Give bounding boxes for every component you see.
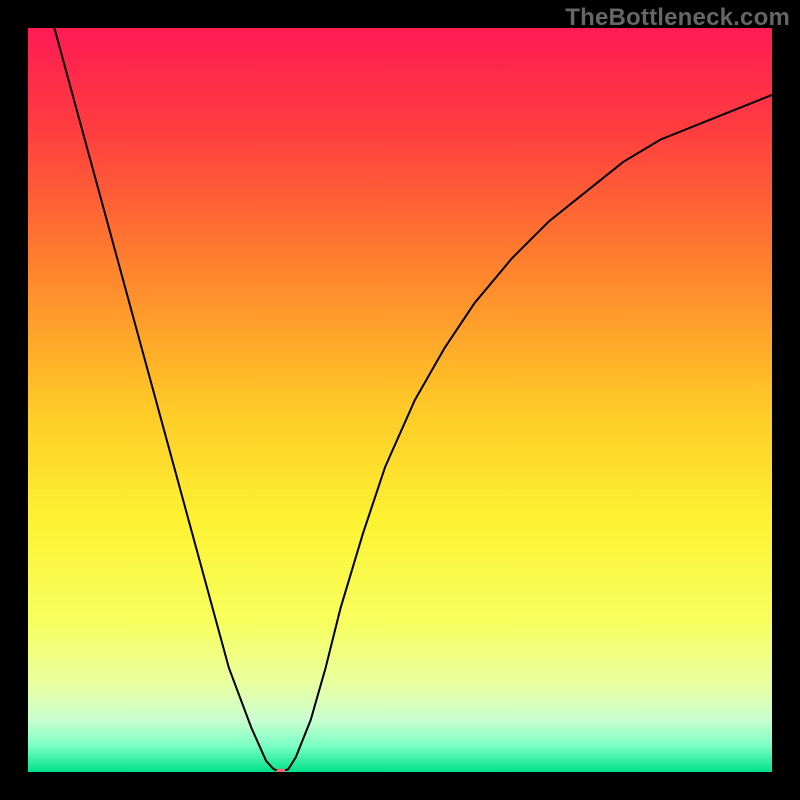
plot-area [28, 28, 772, 772]
chart-svg [28, 28, 772, 772]
watermark-text: TheBottleneck.com [565, 4, 790, 32]
chart-frame: TheBottleneck.com [0, 0, 800, 800]
